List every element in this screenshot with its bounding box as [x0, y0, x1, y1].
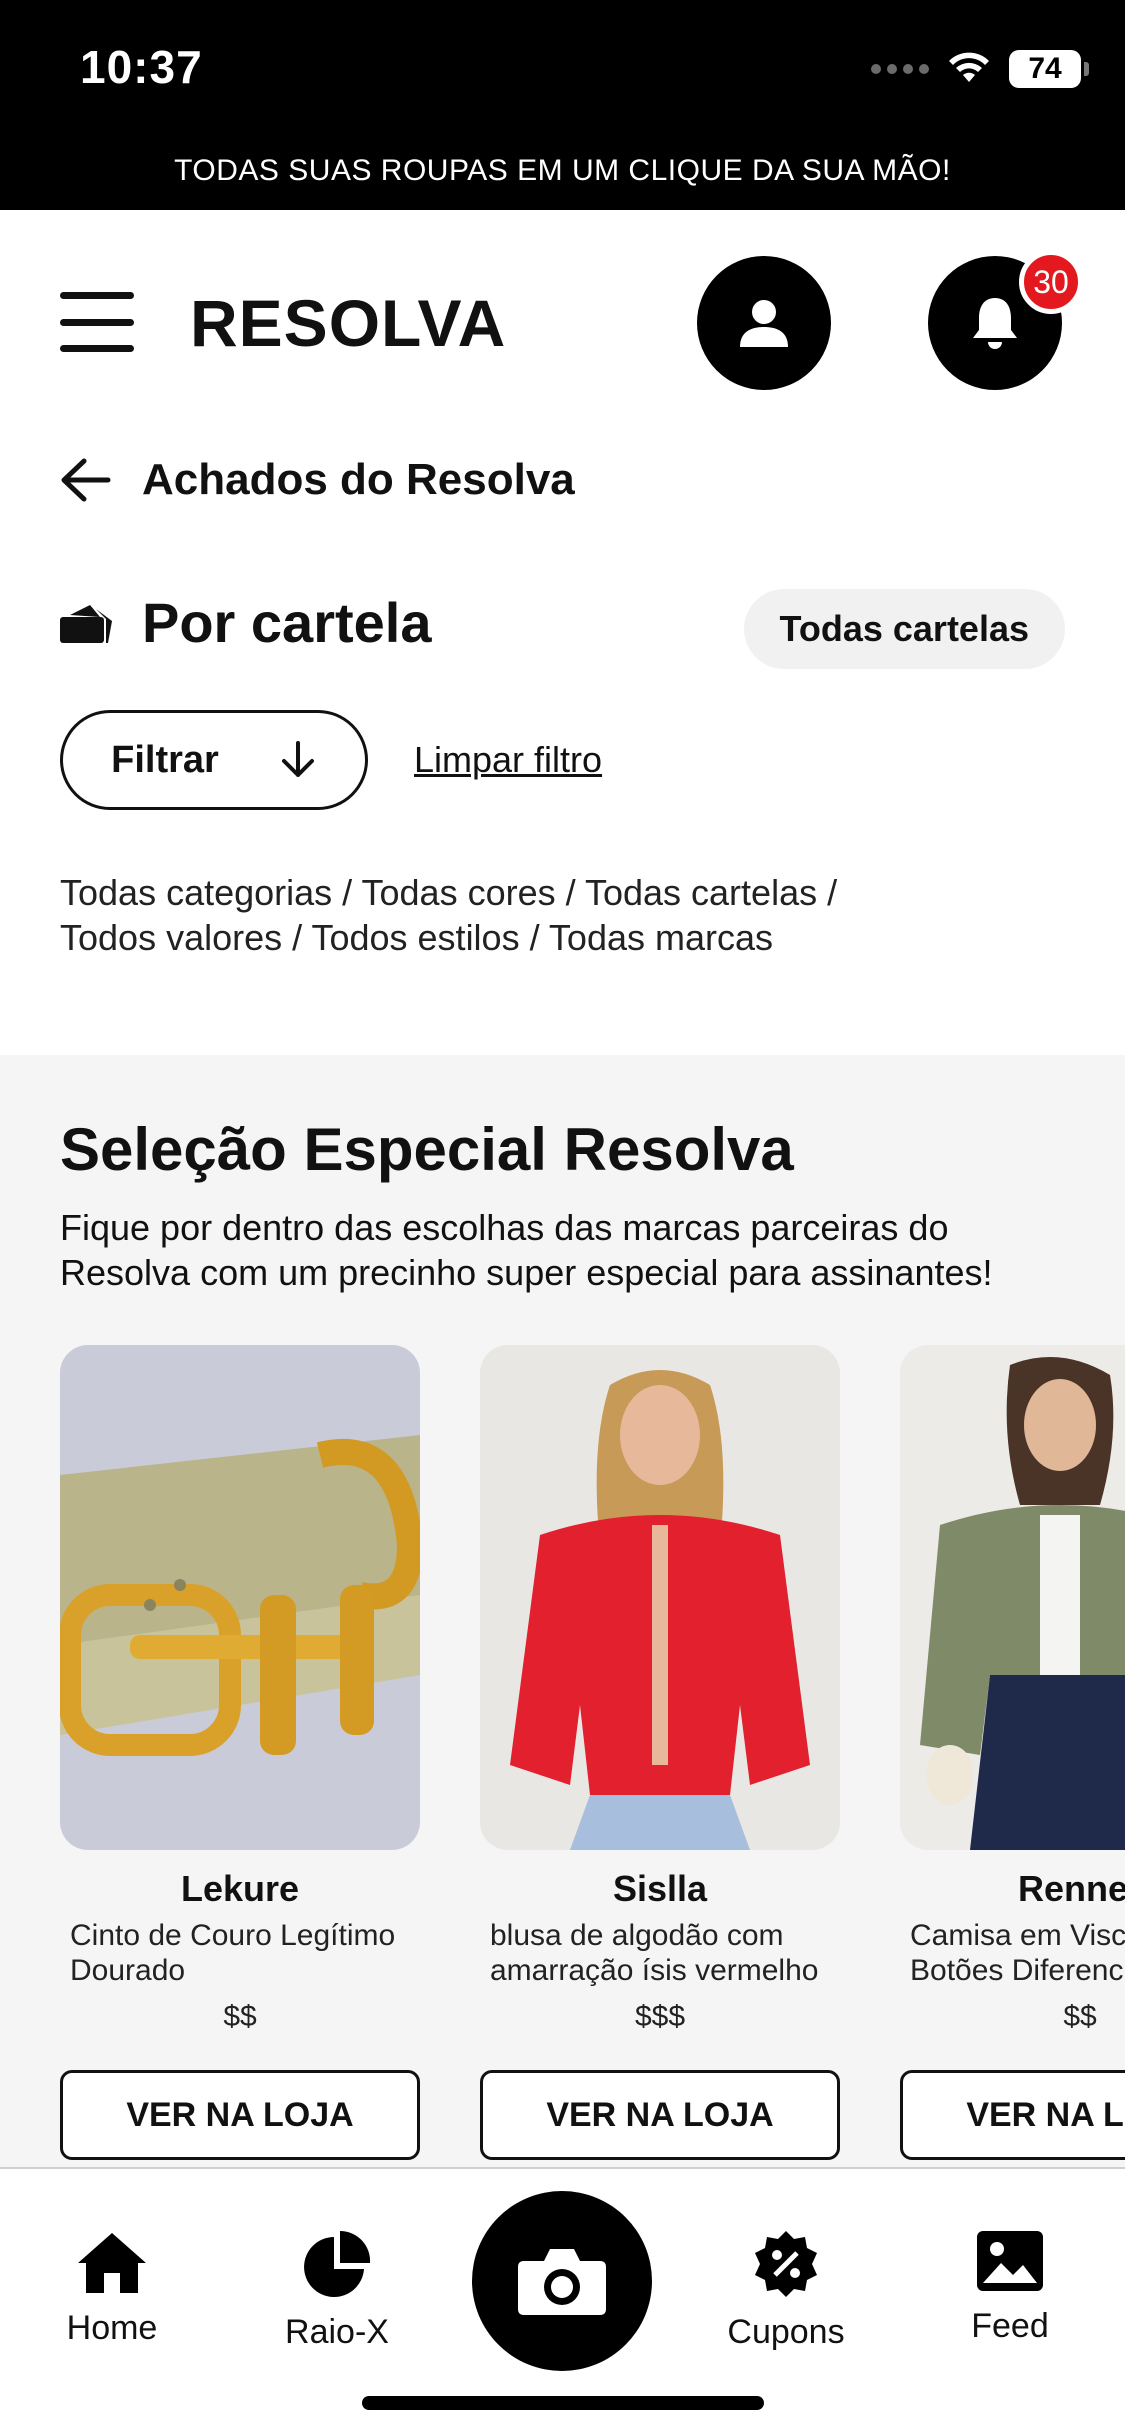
description-line: Dourado: [70, 1954, 186, 1987]
view-store-button[interactable]: VER NA LOJA: [900, 2070, 1125, 2160]
special-selection-section: Seleção Especial Resolva Fique por dentr…: [0, 1055, 1125, 2170]
tab-home[interactable]: Home: [22, 2229, 202, 2348]
product-price: $$$: [634, 2000, 686, 2033]
product-description: blusa de algodão com amarração ísis verm…: [480, 1918, 840, 1990]
filter-summary-line: Todas categorias / Todas cores / Todas c…: [60, 872, 838, 913]
clear-filter-link[interactable]: Limpar filtro: [414, 739, 602, 781]
camera-button[interactable]: [472, 2191, 652, 2371]
user-icon: [740, 300, 788, 347]
tab-label: Cupons: [727, 2313, 845, 2351]
section-header: Por cartela Todas cartelas: [60, 585, 1065, 669]
arrow-left-icon[interactable]: [58, 457, 112, 503]
pie-chart-icon: [304, 2231, 371, 2297]
tab-feed[interactable]: Feed: [920, 2229, 1100, 2346]
filter-summary: Todas categorias / Todas cores / Todas c…: [60, 870, 1060, 960]
view-store-button[interactable]: VER NA LOJA: [480, 2070, 840, 2160]
cards-icon: [60, 605, 112, 643]
description-line: Botões Diferenciados: [910, 1954, 1125, 1987]
arrow-down-icon: [281, 741, 314, 777]
profile-button[interactable]: [697, 256, 831, 390]
description-line: Cinto de Couro Legítimo: [70, 1919, 396, 1952]
wifi-icon: [949, 52, 989, 82]
promo-banner: TODAS SUAS ROUPAS EM UM CLIQUE DA SUA MÃ…: [0, 140, 1125, 210]
page-title: Achados do Resolva: [142, 455, 575, 504]
home-icon: [78, 2233, 146, 2293]
camera-icon: [518, 2249, 606, 2315]
product-card[interactable]: Lekure Cinto de Couro Legítimo Dourado $…: [60, 1345, 420, 2160]
product-brand: Lekure: [180, 1868, 300, 1909]
product-image-belt[interactable]: [60, 1345, 420, 1850]
app-header: RESOLVA: [0, 210, 1125, 440]
product-brand: Sislla: [612, 1868, 708, 1909]
product-description: Cinto de Couro Legítimo Dourado: [60, 1918, 420, 1990]
product-description: Camisa em Viscose Botões Diferenciados: [900, 1918, 1125, 1990]
tab-cupons[interactable]: Cupons: [696, 2229, 876, 2352]
tab-raiox[interactable]: Raio-X: [247, 2229, 427, 2352]
notification-badge: 30: [1019, 250, 1083, 314]
product-brand: Renner: [1017, 1868, 1125, 1909]
special-selection-title: Seleção Especial Resolva: [60, 1116, 794, 1183]
description-line: blusa de algodão com: [490, 1919, 784, 1952]
status-indicators: 74: [871, 50, 1089, 88]
product-price: $$: [223, 2000, 257, 2033]
menu-icon[interactable]: [60, 292, 134, 352]
tab-label: Raio-X: [285, 2313, 389, 2351]
product-price: $$: [1063, 2000, 1097, 2033]
filter-button[interactable]: Filtrar: [60, 710, 368, 810]
description-line: Camisa em Viscose: [910, 1919, 1125, 1952]
bell-icon: [973, 298, 1017, 349]
status-time: 10:37: [80, 41, 203, 93]
product-image-blouse[interactable]: [480, 1345, 840, 1850]
signal-icon: [871, 64, 929, 74]
tab-label: Home: [66, 2309, 158, 2347]
special-selection-description: Fique por dentro das escolhas das marcas…: [60, 1205, 1080, 1295]
battery-indicator: 74: [1009, 50, 1089, 88]
view-store-button[interactable]: VER NA LOJA: [60, 2070, 420, 2160]
breadcrumb: Achados do Resolva: [58, 455, 575, 505]
description-line: Fique por dentro das escolhas das marcas…: [60, 1207, 949, 1248]
home-indicator: [362, 2396, 764, 2410]
tab-label: Feed: [971, 2307, 1049, 2345]
filter-button-label: Filtrar: [111, 738, 219, 781]
status-bar: 10:37 74: [0, 0, 1125, 140]
product-card[interactable]: Sislla blusa de algodão com amarração ís…: [480, 1345, 840, 2160]
filter-row: Filtrar Limpar filtro: [60, 710, 602, 810]
image-icon: [977, 2231, 1043, 2291]
all-palettes-button[interactable]: Todas cartelas: [743, 589, 1065, 669]
section-title: Por cartela: [142, 591, 432, 654]
product-card[interactable]: Renner Camisa em Viscose Botões Diferenc…: [900, 1345, 1125, 2160]
description-line: Resolva com um precinho super especial p…: [60, 1252, 993, 1293]
description-line: amarração ísis vermelho: [490, 1954, 819, 1987]
product-image-jacket[interactable]: [900, 1345, 1125, 1850]
app-logo: RESOLVA: [190, 286, 507, 360]
filter-summary-line: Todos valores / Todos estilos / Todas ma…: [60, 917, 774, 958]
coupon-icon: [755, 2231, 817, 2297]
